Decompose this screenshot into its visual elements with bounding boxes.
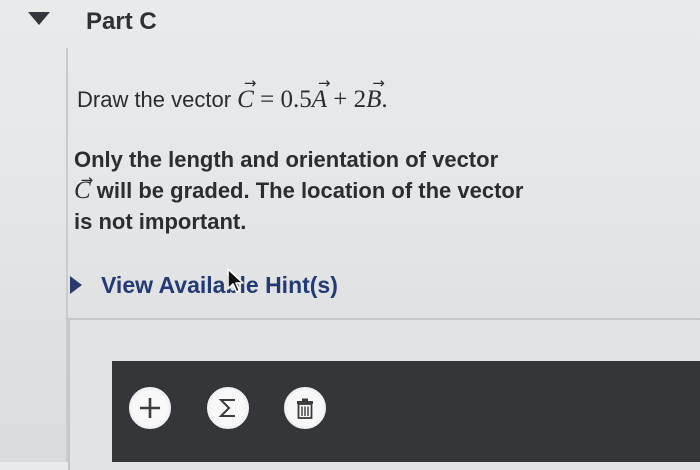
- mouse-pointer-icon: [227, 268, 244, 293]
- vector-equation: C → = 0.5A → + 2B →.: [237, 74, 388, 113]
- grading-note: Only the length and orientation of vecto…: [74, 144, 634, 237]
- vector-b: B →: [366, 74, 385, 113]
- vector-a: A →: [311, 74, 331, 113]
- part-c-panel: Part C Draw the vector C → = 0.5A → + 2B →.…: [0, 0, 700, 470]
- question-text: Draw the vector C → = 0.5A → + 2B →.: [77, 74, 388, 114]
- note-line-3: is not important.: [74, 209, 247, 234]
- sigma-icon: [218, 399, 235, 417]
- view-hints-label: View Available Hint(s): [101, 272, 338, 298]
- delete-button[interactable]: [284, 387, 326, 429]
- question-prefix: Draw the vector: [77, 87, 238, 112]
- note-line-1: Only the length and orientation of vecto…: [74, 147, 499, 172]
- plus-icon: [140, 398, 160, 418]
- vector-c: C →: [237, 74, 257, 113]
- collapse-caret-icon[interactable]: [28, 12, 50, 25]
- trash-icon: [297, 398, 313, 419]
- vector-c-inline: C →: [74, 171, 94, 204]
- add-vector-button[interactable]: [129, 387, 171, 429]
- part-header[interactable]: Part C: [0, 0, 700, 48]
- note-line-2: will be graded. The location of the vect…: [90, 178, 524, 203]
- expand-triangle-icon: [70, 276, 82, 294]
- drawing-toolbar: [112, 361, 700, 462]
- part-title: Part C: [86, 8, 157, 35]
- vector-sum-button[interactable]: [207, 387, 249, 429]
